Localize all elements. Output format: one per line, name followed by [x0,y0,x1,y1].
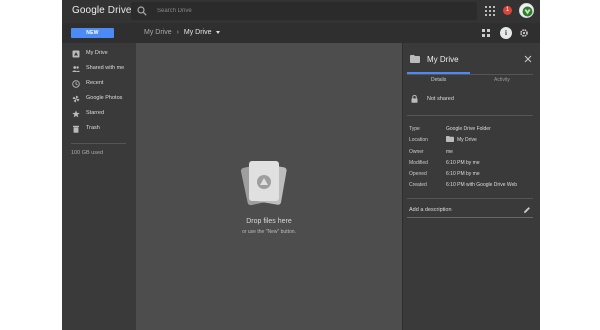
toolbar: NEW My Drive › My Drive i [62,23,540,43]
sidebar-divider [71,143,126,144]
close-icon[interactable] [524,55,532,63]
sidebar-item-starred[interactable]: Starred [62,107,136,121]
pencil-icon[interactable] [523,206,531,214]
folder-icon [446,136,454,142]
property-modified: Modified 6:10 PM by me [409,160,537,170]
storage-usage: 100 GB used [71,150,104,156]
file-list-area[interactable]: Drop files here or use the "New" button. [136,43,402,330]
tab-details[interactable]: Details [431,77,446,83]
sidebar-item-label: Recent [86,80,104,86]
google-drive-logo[interactable]: Google Drive [72,5,132,16]
search-input[interactable] [157,5,457,17]
property-key: Location [409,137,428,143]
apps-grid-icon[interactable] [485,6,495,16]
tabs-divider [407,74,533,75]
search-box[interactable] [131,2,477,20]
star-icon [72,110,80,118]
section-divider [407,198,533,199]
clock-icon [72,80,80,88]
chevron-down-icon[interactable] [216,30,221,34]
property-owner: Owner me [409,149,537,159]
section-divider [407,115,533,116]
sidebar-item-label: Shared with me [86,65,125,71]
drop-files-title: Drop files here [246,218,292,225]
info-icon[interactable]: i [500,27,512,39]
details-panel: My Drive Details Activity Not shared Typ… [402,43,540,330]
trash-icon [73,125,79,133]
sidebar-item-label: My Drive [86,50,108,56]
description-underline [407,217,533,218]
sidebar-item-trash[interactable]: Trash [62,122,136,136]
drop-files-subtitle: or use the "New" button. [242,229,296,235]
property-key: Opened [409,171,427,177]
property-value: me [446,149,453,155]
grid-view-icon[interactable] [482,29,490,37]
property-created: Created 6:10 PM with Google Drive Web [409,182,537,192]
drive-app: Google Drive 1 NEW My Drive › [62,0,540,330]
sidebar-item-my-drive[interactable]: My Drive [62,47,136,61]
logo-google-text: Google [72,5,105,16]
new-button[interactable]: NEW [71,28,114,38]
sharing-status[interactable]: Not shared [427,96,454,102]
sidebar-item-label: Google Photos [86,95,123,101]
add-description-input[interactable]: Add a description [409,207,452,213]
gear-icon[interactable] [519,28,529,38]
drop-files-illustration-icon [240,161,287,206]
lock-icon [411,95,418,103]
sidebar-item-label: Starred [86,110,105,116]
search-icon[interactable] [137,6,147,16]
property-value: 6:10 PM by me [446,171,480,177]
property-key: Owner [409,149,424,155]
pinwheel-icon [72,95,80,103]
property-value: 6:10 PM by me [446,160,480,166]
sidebar-item-recent[interactable]: Recent [62,77,136,91]
sidebar-item-shared-with-me[interactable]: Shared with me [62,62,136,76]
tab-activity[interactable]: Activity [494,77,510,83]
my-drive-icon [72,50,80,58]
property-key: Type [409,126,420,132]
chevron-right-icon: › [176,29,179,36]
property-type: Type Google Drive Folder [409,126,537,136]
breadcrumb: My Drive › My Drive [144,29,221,36]
property-value: Google Drive Folder [446,126,491,132]
notification-badge[interactable]: 1 [503,6,512,15]
folder-icon [410,55,420,63]
sidebar-item-label: Trash [86,125,100,131]
sidebar-item-google-photos[interactable]: Google Photos [62,92,136,106]
avatar[interactable] [519,3,534,18]
property-opened: Opened 6:10 PM by me [409,171,537,181]
top-bar: Google Drive 1 [62,0,540,23]
details-title: My Drive [427,55,459,64]
logo-drive-text: Drive [107,5,132,16]
property-location: Location My Drive [409,136,537,147]
property-value-link[interactable]: My Drive [457,137,477,143]
property-value: 6:10 PM with Google Drive Web [446,182,518,188]
property-key: Created [409,182,427,188]
avatar-emblem-icon [522,6,533,17]
people-icon [72,66,80,72]
breadcrumb-root[interactable]: My Drive [144,29,172,36]
sidebar: My Drive Shared with me Recent Google Ph… [62,43,136,330]
breadcrumb-current[interactable]: My Drive [184,29,212,36]
property-key: Modified [409,160,428,166]
